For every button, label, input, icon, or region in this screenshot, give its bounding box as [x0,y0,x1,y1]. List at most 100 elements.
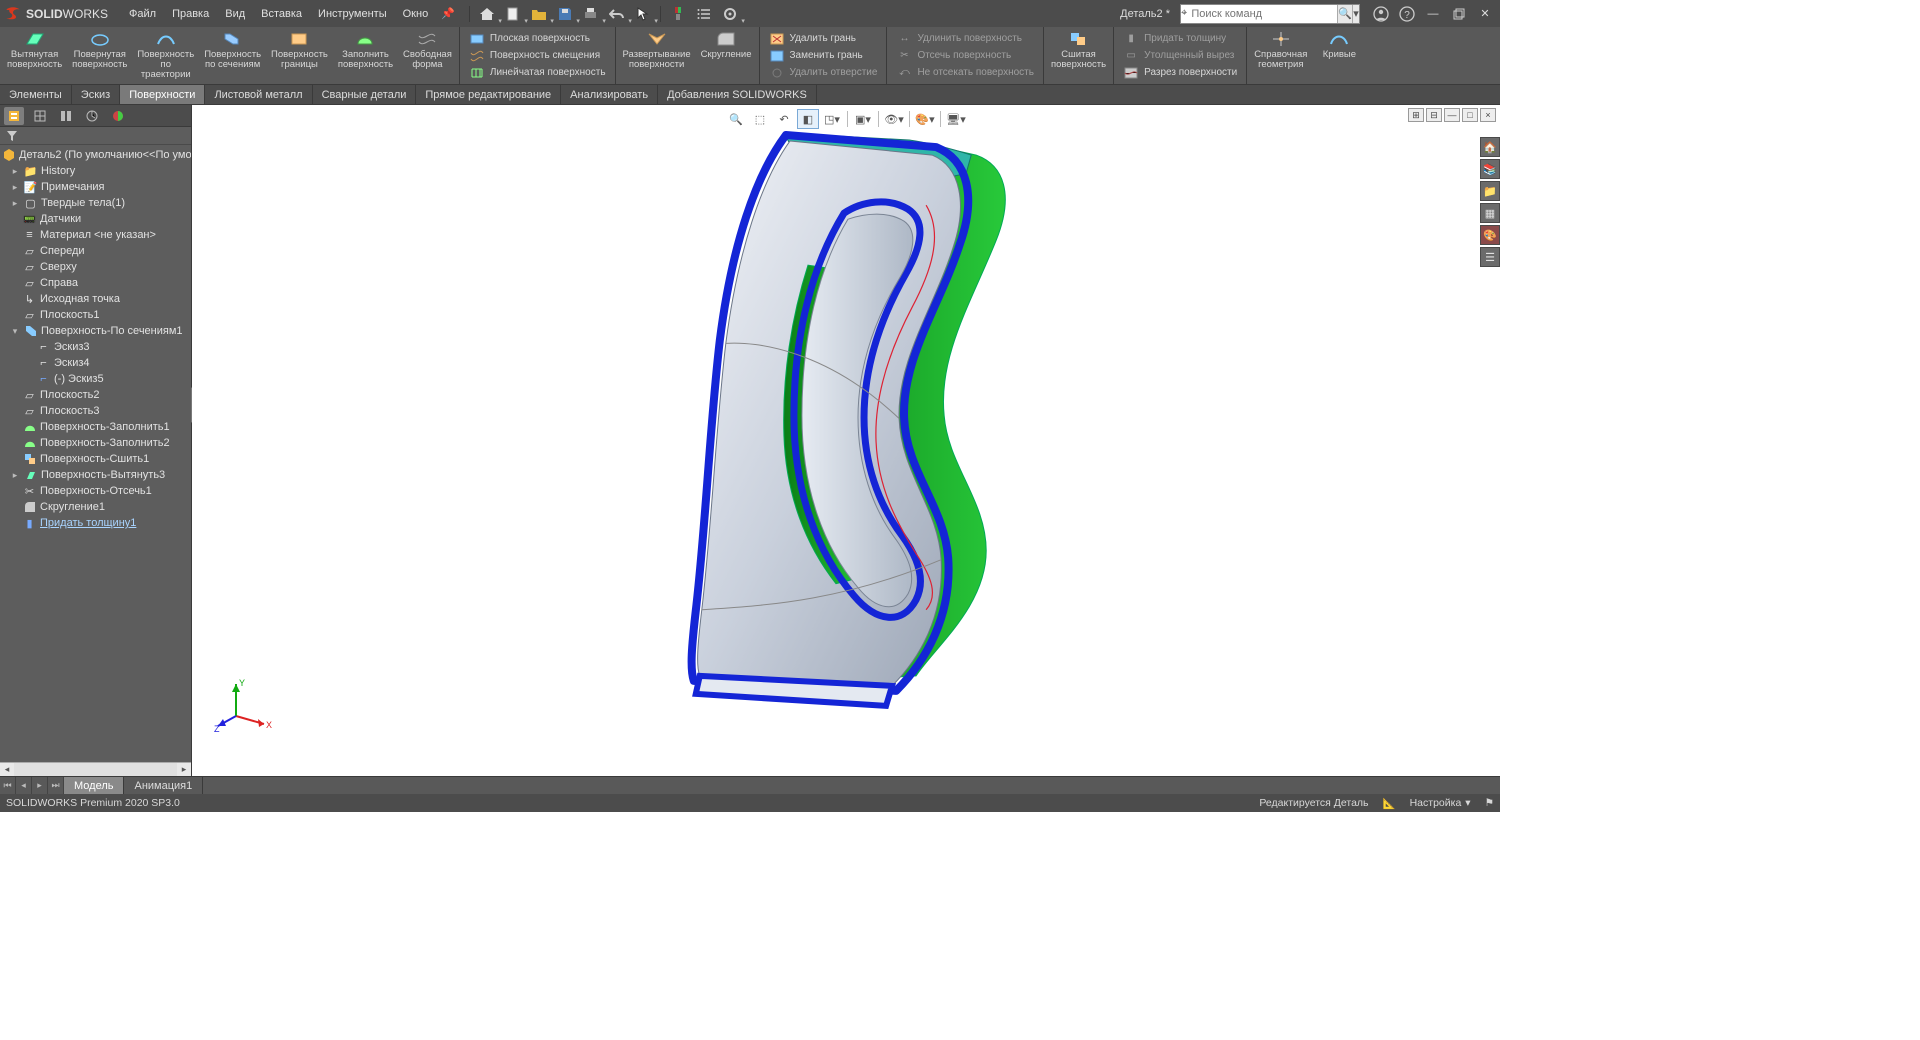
previous-view-icon[interactable]: ↶ [773,109,795,129]
tab-features[interactable]: Элементы [0,85,72,104]
nav-prev-icon[interactable]: ◂ [16,777,32,794]
search-dropdown-icon[interactable]: ▾ [1352,5,1359,23]
tab-model[interactable]: Модель [64,777,124,794]
fm-tab-display-icon[interactable] [108,107,128,125]
minimize-button[interactable]: — [1422,4,1444,24]
viewport-maximize-icon[interactable]: □ [1462,108,1478,122]
untrim-surface-button[interactable]: ⤺Не отсекать поверхность [893,65,1037,81]
extruded-surface-button[interactable]: Вытянутая поверхность [2,27,67,84]
boundary-surface-button[interactable]: Поверхность границы [266,27,333,84]
lofted-surface-button[interactable]: Поверхность по сечениям [199,27,266,84]
view-triad[interactable]: X Y Z [214,676,274,736]
zoom-area-icon[interactable]: ⬚ [749,109,771,129]
tree-root[interactable]: Деталь2 (По умолчанию<<По умолч [0,147,191,163]
view-orientation-icon[interactable]: ◳▾ [821,109,843,129]
ruled-surface-button[interactable]: Линейчатая поверхность [466,65,609,81]
extend-surface-button[interactable]: ↔Удлинить поверхность [893,31,1037,47]
pin-icon[interactable]: 📌 [441,7,455,20]
fm-tab-tree-icon[interactable] [4,107,24,125]
tree-sketch4[interactable]: ⌐Эскиз4 [0,355,191,371]
tree-history[interactable]: ▸📁History [0,163,191,179]
fill-surface-button[interactable]: Заполнить поверхность [333,27,398,84]
tree-loft-surface[interactable]: ▾Поверхность-По сечениям1 [0,323,191,339]
tab-animation[interactable]: Анимация1 [124,777,203,794]
settings-button[interactable]: ▾ [719,4,741,24]
tab-sheet-metal[interactable]: Листовой металл [205,85,312,104]
reference-geometry-button[interactable]: Справочная геометрия [1249,27,1312,84]
tree-origin[interactable]: ↳Исходная точка [0,291,191,307]
nav-last-icon[interactable]: ⏭ [48,777,64,794]
menu-view[interactable]: Вид [218,5,252,23]
save-button[interactable]: ▾ [554,4,576,24]
close-button[interactable]: ✕ [1474,4,1496,24]
delete-hole-button[interactable]: Удалить отверстие [766,65,881,81]
delete-face-button[interactable]: Удалить грань [766,31,881,47]
user-icon[interactable] [1370,4,1392,24]
home-button[interactable]: ▾ [476,4,498,24]
viewport-minimize-icon[interactable]: — [1444,108,1460,122]
tree-plane2[interactable]: ▱Плоскость2 [0,387,191,403]
thickened-cut-button[interactable]: ▭Утолщенный вырез [1120,48,1240,64]
planar-surface-button[interactable]: Плоская поверхность [466,31,609,47]
tree-material[interactable]: ≡Материал <не указан> [0,227,191,243]
section-view-icon[interactable]: ◧ [797,109,819,129]
tab-addins[interactable]: Добавления SOLIDWORKS [658,85,817,104]
taskpane-library-icon[interactable]: 📚 [1480,159,1500,179]
viewport-close-icon[interactable]: × [1480,108,1496,122]
tree-sketch3[interactable]: ⌐Эскиз3 [0,339,191,355]
tree-annotations[interactable]: ▸📝Примечания [0,179,191,195]
options-list-button[interactable] [693,4,715,24]
thicken-button[interactable]: ▮Придать толщину [1120,31,1240,47]
tree-front-plane[interactable]: ▱Спереди [0,243,191,259]
tree-sensors[interactable]: 📟Датчики [0,211,191,227]
menu-insert[interactable]: Вставка [254,5,309,23]
menu-window[interactable]: Окно [396,5,436,23]
tab-sketch[interactable]: Эскиз [72,85,120,104]
print-button[interactable]: ▾ [580,4,602,24]
tree-right-plane[interactable]: ▱Справа [0,275,191,291]
taskpane-appearance-icon[interactable]: 🎨 [1480,225,1500,245]
tree-fill2[interactable]: Поверхность-Заполнить2 [0,435,191,451]
tab-direct-edit[interactable]: Прямое редактирование [416,85,561,104]
curves-button[interactable]: Кривые [1312,27,1366,84]
graphics-viewport[interactable]: 🔍 ⬚ ↶ ◧ ◳▾ ▣▾ 👁▾ 🎨▾ 🖥▾ ⊞ ⊟ — □ × [192,105,1500,776]
tree-plane1[interactable]: ▱Плоскость1 [0,307,191,323]
status-flag-icon[interactable]: ⚑ [1485,797,1494,809]
undo-button[interactable]: ▾ [606,4,628,24]
fm-horizontal-scrollbar[interactable]: ◂▸ [0,762,191,776]
fm-tab-config-icon[interactable] [56,107,76,125]
search-icon[interactable]: 🔍 [1337,5,1352,23]
menu-tools[interactable]: Инструменты [311,5,394,23]
help-icon[interactable]: ? [1396,4,1418,24]
viewport-split-icon[interactable]: ⊞ [1408,108,1424,122]
nav-first-icon[interactable]: ⏮ [0,777,16,794]
status-custom[interactable]: Настройка ▾ [1410,797,1471,809]
hide-show-icon[interactable]: 👁▾ [883,109,905,129]
menu-file[interactable]: Файл [122,5,163,23]
fm-tab-dim-icon[interactable] [82,107,102,125]
feature-filter[interactable] [0,127,191,145]
taskpane-property-icon[interactable]: ☰ [1480,247,1500,267]
display-style-icon[interactable]: ▣▾ [852,109,874,129]
flatten-surface-button[interactable]: Развертывание поверхности [618,27,696,84]
tree-solid-bodies[interactable]: ▸▢Твердые тела(1) [0,195,191,211]
tree-fillet1[interactable]: Скругление1 [0,499,191,515]
tree-trim1[interactable]: ✂Поверхность-Отсечь1 [0,483,191,499]
offset-surface-button[interactable]: Поверхность смещения [466,48,609,64]
tab-analyze[interactable]: Анализировать [561,85,658,104]
command-search[interactable]: ⌖ 🔍 ▾ [1180,4,1360,24]
taskpane-home-icon[interactable]: 🏠 [1480,137,1500,157]
replace-face-button[interactable]: Заменить грань [766,48,881,64]
tree-fill1[interactable]: Поверхность-Заполнить1 [0,419,191,435]
fm-tab-property-icon[interactable] [30,107,50,125]
cut-with-surface-button[interactable]: Разрез поверхности [1120,65,1240,81]
viewport-link-icon[interactable]: ⊟ [1426,108,1442,122]
open-button[interactable]: ▾ [528,4,550,24]
tab-weldments[interactable]: Сварные детали [313,85,417,104]
zoom-fit-icon[interactable]: 🔍 [725,109,747,129]
maximize-button[interactable] [1448,4,1470,24]
tree-sketch5[interactable]: ⌐(-) Эскиз5 [0,371,191,387]
select-button[interactable]: ▾ [632,4,654,24]
tree-knit1[interactable]: Поверхность-Сшить1 [0,451,191,467]
tab-surfaces[interactable]: Поверхности [120,85,205,104]
